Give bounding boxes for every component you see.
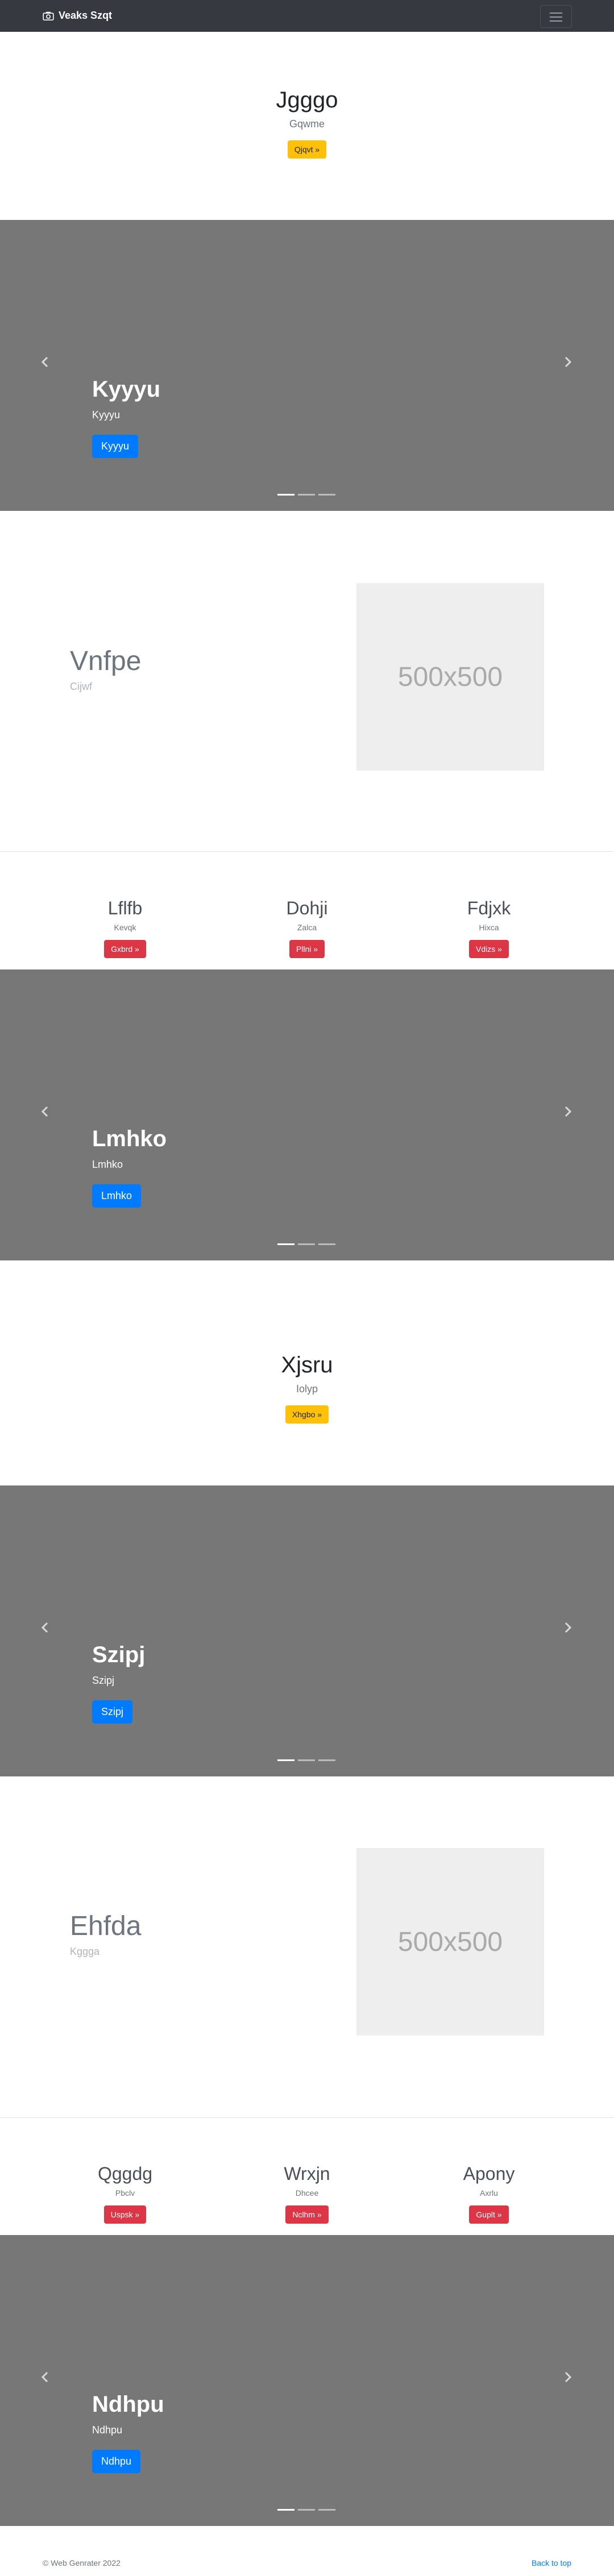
column-button[interactable]: Vdizs » — [469, 940, 509, 958]
carousel-next-icon[interactable] — [561, 355, 574, 369]
divider — [0, 2117, 614, 2118]
carousel: Lmhko Lmhko Lmhko — [0, 969, 614, 1260]
hero-button[interactable]: Qjqvt » — [287, 140, 327, 159]
back-to-top-link[interactable]: Back to top — [532, 2558, 571, 2567]
carousel-caption: Ndhpu Ndhpu Ndhpu — [92, 2391, 164, 2473]
carousel-indicator[interactable] — [318, 1759, 335, 1761]
navbar-toggler-button[interactable] — [540, 5, 572, 28]
column-text: Kevqk — [114, 923, 136, 932]
column-button[interactable]: Guplt » — [469, 2205, 509, 2224]
column-text: Zalca — [297, 923, 317, 932]
carousel-next-icon[interactable] — [561, 2370, 574, 2384]
carousel-prev-icon[interactable] — [39, 355, 52, 369]
carousel-indicator[interactable] — [277, 1759, 294, 1761]
column-title: Lflfb — [107, 898, 143, 918]
feature-subtitle: Kggga — [70, 1946, 100, 1957]
hero-subtitle: Iolyp — [296, 1383, 318, 1395]
placeholder-image: 500x500 — [356, 583, 544, 771]
carousel-indicator[interactable] — [277, 1243, 294, 1245]
carousel: Szipj Szipj Szipj — [0, 1485, 614, 1776]
column: Wrxjn Dhcee Nclhm » — [213, 2162, 401, 2224]
carousel-indicator[interactable] — [298, 1759, 315, 1761]
carousel-next-icon[interactable] — [561, 1105, 574, 1118]
hero-section: Xjsru Iolyp Xhgbo » — [0, 1351, 614, 1424]
divider — [0, 851, 614, 852]
carousel-button[interactable]: Ndhpu — [92, 2450, 141, 2473]
carousel-prev-icon[interactable] — [39, 2370, 52, 2384]
navbar: Veaks Szqt — [0, 0, 614, 32]
hero-title: Jgggo — [276, 88, 338, 113]
feature-title: Vnfpe — [70, 646, 142, 676]
column-button[interactable]: Uspsk » — [103, 2205, 147, 2224]
carousel: Ndhpu Ndhpu Ndhpu — [0, 2235, 614, 2526]
carousel-indicator[interactable] — [277, 2509, 294, 2511]
column-text: Hixca — [479, 923, 499, 932]
column: Apony Axrlu Guplt » — [395, 2162, 583, 2224]
carousel-caption: Lmhko Lmhko Lmhko — [92, 1126, 167, 1208]
column: Dohji Zalca Pllni » — [213, 897, 401, 958]
carousel-next-icon[interactable] — [561, 1621, 574, 1634]
feature-text: Vnfpe Cijwf — [70, 646, 141, 693]
carousel-title: Kyyyu — [92, 377, 161, 402]
column-title: Apony — [463, 2163, 515, 2184]
carousel-indicator[interactable] — [277, 494, 294, 496]
placeholder-image: 500x500 — [356, 1848, 544, 2036]
column-title: Wrxjn — [284, 2163, 330, 2184]
carousel-indicator[interactable] — [318, 1243, 335, 1245]
brand-name: Veaks Szqt — [59, 10, 113, 21]
carousel-title: Szipj — [92, 1642, 146, 1667]
column-title: Dohji — [286, 898, 328, 918]
carousel-caption: Szipj Szipj Szipj — [92, 1642, 145, 1724]
column-title: Fdjxk — [467, 898, 511, 918]
carousel-text: Ndhpu — [92, 2424, 123, 2436]
column-button[interactable]: Nclhm » — [285, 2205, 329, 2224]
carousel: Kyyyu Kyyyu Kyyyu — [0, 220, 614, 511]
carousel-indicator[interactable] — [298, 2509, 315, 2511]
carousel-text: Lmhko — [92, 1159, 123, 1170]
footer: © Web Genrater 2022 Back to top — [0, 2546, 614, 2576]
carousel-indicators — [277, 494, 339, 496]
carousel-indicators — [277, 2509, 339, 2511]
carousel-text: Kyyyu — [92, 409, 121, 421]
column-text: Dhcee — [295, 2188, 319, 2198]
carousel-indicator[interactable] — [318, 494, 335, 496]
carousel-prev-icon[interactable] — [39, 1105, 52, 1118]
camera-icon — [43, 11, 54, 20]
navbar-brand[interactable]: Veaks Szqt — [43, 10, 112, 22]
feature-title: Ehfda — [70, 1911, 142, 1941]
column-text: Pbclv — [115, 2188, 135, 2198]
placeholder-label: 500x500 — [397, 1926, 503, 1957]
column: Qggdg Pbclv Uspsk » — [31, 2162, 219, 2224]
carousel-caption: Kyyyu Kyyyu Kyyyu — [92, 376, 160, 458]
feature-text: Ehfda Kggga — [70, 1911, 141, 1958]
column: Fdjxk Hixca Vdizs » — [395, 897, 583, 958]
hero-title: Xjsru — [281, 1352, 333, 1378]
carousel-indicator[interactable] — [298, 1243, 315, 1245]
carousel-indicators — [277, 1759, 339, 1761]
carousel-indicator[interactable] — [298, 494, 315, 496]
column: Lflfb Kevqk Gxbrd » — [31, 897, 219, 958]
carousel-prev-icon[interactable] — [39, 1621, 52, 1634]
column-title: Qggdg — [97, 2163, 153, 2184]
hamburger-icon — [550, 13, 562, 14]
placeholder-label: 500x500 — [397, 661, 503, 692]
column-button[interactable]: Pllni » — [289, 940, 325, 958]
carousel-text: Szipj — [92, 1675, 115, 1686]
hero-subtitle: Gqwme — [289, 118, 325, 130]
hero-button[interactable]: Xhgbo » — [285, 1405, 329, 1424]
hero-section: Jgggo Gqwme Qjqvt » — [0, 86, 614, 159]
column-button[interactable]: Gxbrd » — [104, 940, 146, 958]
carousel-title: Lmhko — [92, 1126, 167, 1151]
carousel-indicators — [277, 1243, 339, 1245]
footer-copyright: © Web Genrater 2022 — [43, 2558, 121, 2567]
carousel-title: Ndhpu — [92, 2392, 164, 2417]
carousel-button[interactable]: Kyyyu — [92, 435, 139, 458]
feature-subtitle: Cijwf — [70, 681, 92, 692]
carousel-indicator[interactable] — [318, 2509, 335, 2511]
carousel-button[interactable]: Szipj — [92, 1700, 133, 1724]
carousel-button[interactable]: Lmhko — [92, 1184, 142, 1208]
column-text: Axrlu — [480, 2188, 498, 2198]
